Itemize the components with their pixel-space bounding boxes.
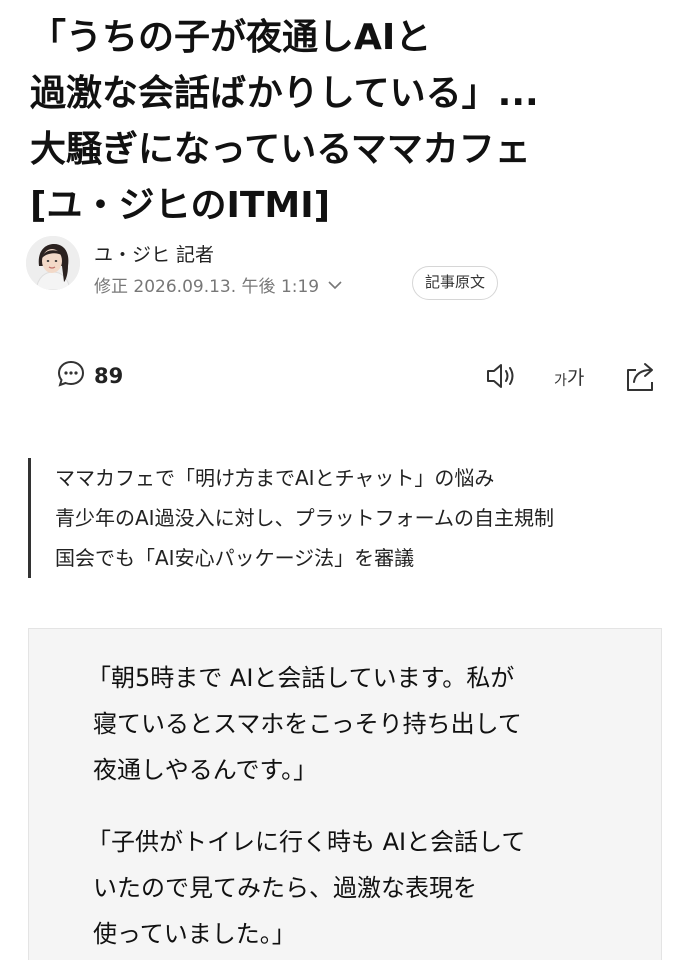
- speaker-icon[interactable]: [484, 358, 522, 394]
- quote-line: 「子供がトイレに行く時も AIと会話して: [87, 828, 526, 856]
- comments-button[interactable]: 89: [56, 358, 123, 394]
- comment-icon: [56, 359, 86, 393]
- font-small-label: 가: [554, 373, 567, 389]
- article-headline: 「うちの子が夜通しAIと 過激な会話ばかりしている」... 大騒ぎになっているマ…: [30, 10, 670, 234]
- headline-line: [ユ・ジヒのITMI]: [30, 185, 331, 226]
- datetime-text: 修正 2026.09.13. 午後 1:19: [94, 277, 320, 297]
- reporter-avatar[interactable]: [26, 236, 80, 290]
- headline-line: 大騒ぎになっているママカフェ: [30, 129, 531, 170]
- comment-count: 89: [94, 364, 124, 388]
- article-page: 「うちの子が夜通しAIと 過激な会話ばかりしている」... 大騒ぎになっているマ…: [0, 0, 688, 960]
- quote-line: 使っていました。」: [93, 920, 296, 948]
- avatar-portrait-icon: [26, 236, 80, 290]
- article-datetime[interactable]: 修正 2026.09.13. 午後 1:19: [94, 272, 343, 297]
- article-toolbar: 89 가가: [0, 354, 688, 398]
- quote-box: 「朝5時まで AIと会話しています。私が 寝ているとスマホをこっそり持ち出して …: [28, 628, 662, 960]
- summary-line: ママカフェで「明け方までAIとチャット」の悩み: [55, 466, 495, 490]
- headline-line: 「うちの子が夜通しAIと: [30, 17, 432, 58]
- original-article-button[interactable]: 記事原文: [412, 266, 499, 300]
- quote-line: いたので見てみたら、過激な表現を: [93, 874, 477, 902]
- summary-line: 青少年のAI過没入に対し、プラットフォームの自主規制: [55, 506, 554, 530]
- share-icon[interactable]: [622, 358, 660, 394]
- font-size-icon[interactable]: 가가: [554, 358, 596, 394]
- reporter-name[interactable]: ユ・ジヒ 記者: [94, 240, 214, 267]
- quote-line: 夜通しやるんです。」: [93, 756, 318, 784]
- chevron-down-icon[interactable]: [327, 275, 343, 295]
- font-large-label: 가: [566, 367, 585, 389]
- byline: ユ・ジヒ 記者 修正 2026.09.13. 午後 1:19 記事原文: [26, 236, 666, 300]
- summary-line: 国会でも「AI安心パッケージ法」を審議: [55, 546, 415, 570]
- headline-line: 過激な会話ばかりしている」...: [30, 73, 539, 114]
- article-summary: ママカフェで「明け方までAIとチャット」の悩み 青少年のAI過没入に対し、プラッ…: [28, 458, 668, 578]
- quote-block: 「朝5時まで AIと会話しています。私が 寝ているとスマホをこっそり持ち出して …: [87, 655, 647, 793]
- quote-line: 寝ているとスマホをこっそり持ち出して: [93, 710, 522, 738]
- quote-block: 「子供がトイレに行く時も AIと会話して いたので見てみたら、過激な表現を 使っ…: [87, 819, 647, 957]
- quote-line: 「朝5時まで AIと会話しています。私が: [87, 664, 515, 692]
